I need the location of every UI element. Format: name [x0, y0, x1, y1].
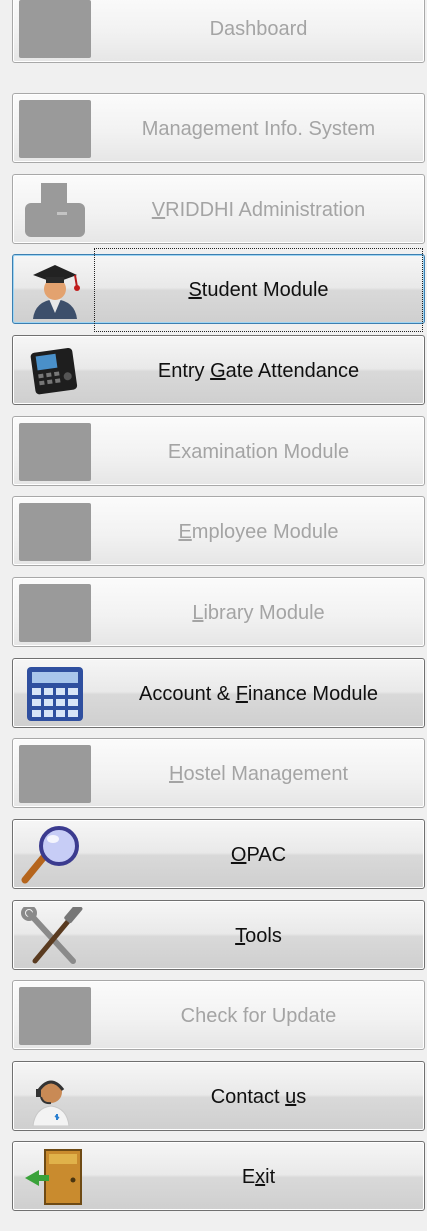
entry-gate-attendance-label: Entry Gate Attendance: [157, 359, 360, 382]
employee-module-placeholder-icon: [19, 503, 91, 561]
vriddhi-administration-button[interactable]: VRIDDHI Administration: [12, 174, 425, 244]
contact-us-button[interactable]: Contact us: [12, 1061, 425, 1131]
main-menu: Dashboard Management Info. System VRIDDH…: [0, 0, 427, 1231]
check-for-update-label: Check for Update: [180, 1004, 337, 1027]
opac-label: OPAC: [230, 843, 287, 866]
attendance-device-icon: [19, 342, 91, 400]
library-module-placeholder-icon: [19, 584, 91, 642]
tools-icon: [19, 903, 91, 965]
account-finance-module-button[interactable]: Account & Finance Module: [12, 658, 425, 728]
employee-module-button[interactable]: Employee Module: [12, 496, 425, 566]
vriddhi-administration-label: VRIDDHI Administration: [151, 198, 366, 221]
tools-button[interactable]: Tools: [12, 900, 425, 970]
admin-icon: [19, 181, 91, 239]
exit-door-icon: [19, 1148, 91, 1206]
hostel-management-label: Hostel Management: [169, 762, 348, 785]
magnifier-icon: [19, 826, 91, 884]
check-for-update-placeholder-icon: [19, 987, 91, 1045]
entry-gate-attendance-button[interactable]: Entry Gate Attendance: [12, 335, 425, 405]
contact-us-label: Contact us: [210, 1085, 307, 1108]
management-info-system-button[interactable]: Management Info. System: [12, 93, 425, 163]
dashboard-placeholder-icon: [19, 0, 91, 58]
library-module-label: Library Module: [192, 601, 325, 624]
calculator-icon: [19, 665, 91, 723]
examination-module-placeholder-icon: [19, 423, 91, 481]
account-finance-module-label: Account & Finance Module: [138, 682, 379, 705]
support-agent-icon: [19, 1068, 91, 1127]
hostel-management-button[interactable]: Hostel Management: [12, 738, 425, 808]
hostel-management-placeholder-icon: [19, 745, 91, 803]
employee-module-label: Employee Module: [178, 520, 339, 543]
opac-button[interactable]: OPAC: [12, 819, 425, 889]
student-module-button[interactable]: Student Module: [12, 248, 425, 332]
management-info-system-label: Management Info. System: [141, 117, 376, 140]
check-for-update-button[interactable]: Check for Update: [12, 980, 425, 1050]
library-module-button[interactable]: Library Module: [12, 577, 425, 647]
exit-button[interactable]: Exit: [12, 1141, 425, 1211]
exit-label: Exit: [241, 1165, 276, 1188]
management-info-system-placeholder-icon: [19, 100, 91, 158]
examination-module-label: Examination Module: [167, 440, 350, 463]
student-graduate-icon: [19, 261, 91, 319]
tools-label: Tools: [235, 924, 282, 947]
dashboard-label: Dashboard: [209, 17, 308, 40]
examination-module-button[interactable]: Examination Module: [12, 416, 425, 486]
student-module-label: Student Module: [188, 278, 329, 301]
dashboard-button[interactable]: Dashboard: [12, 0, 425, 63]
